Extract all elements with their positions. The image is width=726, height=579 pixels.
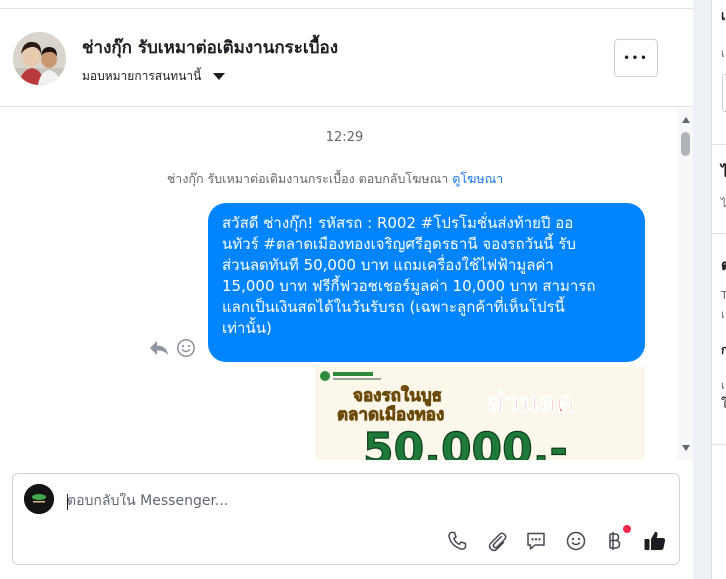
details-divider xyxy=(711,233,726,234)
details-text: ไ xyxy=(721,163,726,181)
scroll-up-arrow-icon[interactable] xyxy=(682,117,690,123)
details-text: เ xyxy=(721,47,725,60)
promo-line1: จองรถในบูธ xyxy=(353,385,442,407)
message-line: ส่วนลดทันที 50,000 บาท แถมเครื่องใช้ไฟฟ้… xyxy=(222,256,554,274)
text-cursor xyxy=(67,494,68,510)
scrollbar[interactable] xyxy=(678,108,693,460)
scroll-thumb[interactable] xyxy=(681,132,690,156)
details-text: เ xyxy=(721,9,726,24)
details-divider xyxy=(711,144,726,145)
avatar-photo xyxy=(13,32,66,85)
message-thread: 12:29 ช่างกุ๊ก รับเหมาต่อเติมงานกระเบื้อ… xyxy=(0,108,693,460)
phone-icon[interactable] xyxy=(445,529,469,553)
message-line: นทัวร์ #ตลาดเมืองทองเจริญศรีอุดรธานี จอง… xyxy=(222,235,576,253)
chat-panel: ช่างกุ๊ก รับเหมาต่อเติมงานกระเบื้อง มอบห… xyxy=(0,0,693,579)
details-text: ใ xyxy=(721,397,726,412)
details-text: ไ xyxy=(721,197,726,210)
attachment-icon[interactable] xyxy=(485,529,509,553)
more-dots-icon: ••• xyxy=(623,52,649,64)
promo-highlight: ส่วนลด xyxy=(487,386,574,419)
details-text: T xyxy=(721,289,726,302)
assign-label: มอบหมายการสนทนานี้ xyxy=(82,69,202,83)
details-text: เ xyxy=(721,308,725,321)
details-divider xyxy=(711,444,726,445)
react-emoji-icon[interactable] xyxy=(176,338,196,362)
ad-reply-text: ช่างกุ๊ก รับเหมาต่อเติมงานกระเบื้อง ตอบก… xyxy=(166,171,449,186)
details-field[interactable] xyxy=(722,74,726,112)
more-options-button[interactable]: ••• xyxy=(614,39,658,77)
promo-amount: 50,000.- xyxy=(363,424,568,460)
message-bubble[interactable]: สวัสดี ช่างกุ๊ก! รหัสรถ : R002 #โปรโมชั่… xyxy=(208,203,645,362)
promo-line2: ตลาดเมืองทอง xyxy=(337,404,444,425)
payment-baht-icon[interactable] xyxy=(602,529,626,553)
details-text: เ xyxy=(721,379,725,392)
reply-input[interactable] xyxy=(67,493,647,509)
notification-dot xyxy=(623,525,631,533)
conversation-header: ช่างกุ๊ก รับเหมาต่อเติมงานกระเบื้อง มอบห… xyxy=(0,9,693,107)
message-actions xyxy=(148,338,196,362)
message-line: 15,000 บาท ฟรีกี้ฟวอชเชอร์มูลค่า 10,000 … xyxy=(222,277,596,295)
scroll-down-arrow-icon[interactable] xyxy=(682,445,690,451)
saved-replies-icon[interactable] xyxy=(524,529,548,553)
message-line: สวัสดี ช่างกุ๊ก! รหัสรถ : R002 #โปรโมชั่… xyxy=(222,214,574,232)
details-text: ต xyxy=(721,256,726,274)
emoji-icon[interactable] xyxy=(564,529,588,553)
message-line: แลกเป็นเงินสดได้ในวันรับรถ (เฉพาะลูกค้าท… xyxy=(222,298,565,316)
reply-icon[interactable] xyxy=(148,338,170,362)
details-text: ก xyxy=(721,343,726,357)
page-name: ช่างกุ๊ก รับเหมาต่อเติมงานกระเบื้อง xyxy=(82,38,339,58)
assign-conversation-dropdown[interactable]: มอบหมายการสนทนานี้ xyxy=(82,67,226,86)
message-line: เท่านั้น) xyxy=(222,319,272,337)
message-composer xyxy=(12,473,680,565)
page-avatar[interactable] xyxy=(13,32,66,85)
caret-down-icon xyxy=(213,73,226,80)
view-ad-link[interactable]: ดูโฆษณา xyxy=(452,171,503,186)
promo-image[interactable]: จองรถในบูธ ตลาดเมืองทอง ส่วนลด 50,000.- xyxy=(315,367,645,460)
message-timestamp: 12:29 xyxy=(325,130,364,145)
sender-avatar xyxy=(24,484,54,514)
ad-reply-notice: ช่างกุ๊ก รับเหมาต่อเติมงานกระเบื้อง ตอบก… xyxy=(0,169,670,189)
thumbs-up-icon[interactable] xyxy=(643,529,667,553)
